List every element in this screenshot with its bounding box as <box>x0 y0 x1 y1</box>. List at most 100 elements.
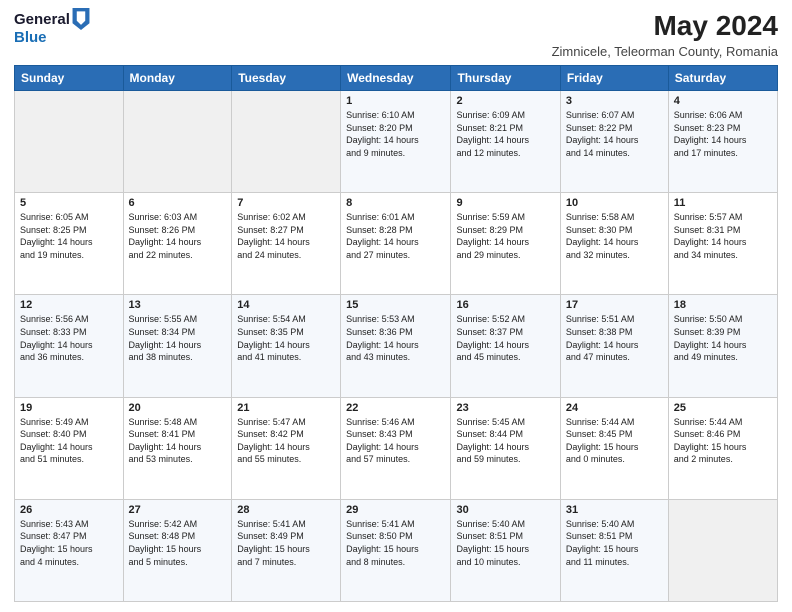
day-info: Sunrise: 5:44 AM Sunset: 8:46 PM Dayligh… <box>674 416 772 466</box>
day-info: Sunrise: 5:46 AM Sunset: 8:43 PM Dayligh… <box>346 416 445 466</box>
calendar-week-row: 26 Sunrise: 5:43 AM Sunset: 8:47 PM Dayli… <box>15 499 778 601</box>
day-number: 28 <box>237 504 335 516</box>
day-number: 22 <box>346 402 445 414</box>
table-cell <box>232 91 341 193</box>
calendar-week-row: 5 Sunrise: 6:05 AM Sunset: 8:25 PM Daylig… <box>15 193 778 295</box>
day-info: Sunrise: 5:47 AM Sunset: 8:42 PM Dayligh… <box>237 416 335 466</box>
table-cell: 24 Sunrise: 5:44 AM Sunset: 8:45 PM Dayli… <box>560 397 668 499</box>
day-number: 26 <box>20 504 118 516</box>
day-info: Sunrise: 6:09 AM Sunset: 8:21 PM Dayligh… <box>456 109 554 159</box>
logo-blue: Blue <box>14 30 90 47</box>
table-cell <box>15 91 124 193</box>
day-info: Sunrise: 5:49 AM Sunset: 8:40 PM Dayligh… <box>20 416 118 466</box>
table-cell: 4 Sunrise: 6:06 AM Sunset: 8:23 PM Daylig… <box>668 91 777 193</box>
day-info: Sunrise: 5:56 AM Sunset: 8:33 PM Dayligh… <box>20 313 118 363</box>
table-cell: 15 Sunrise: 5:53 AM Sunset: 8:36 PM Dayli… <box>341 295 451 397</box>
table-cell: 27Sunrise: 5:42 AM Sunset: 8:48 PM Dayli… <box>123 499 232 601</box>
table-cell: 18 Sunrise: 5:50 AM Sunset: 8:39 PM Dayli… <box>668 295 777 397</box>
day-number: 23 <box>456 402 554 414</box>
day-number: 29 <box>346 504 445 516</box>
subtitle: Zimnicele, Teleorman County, Romania <box>552 44 778 59</box>
month-title: May 2024 <box>552 10 778 42</box>
logo-text: General Blue <box>14 10 90 47</box>
day-number: 30 <box>456 504 554 516</box>
day-number: 21 <box>237 402 335 414</box>
table-cell: 21 Sunrise: 5:47 AM Sunset: 8:42 PM Dayli… <box>232 397 341 499</box>
day-info: Sunrise: 5:40 AM Sunset: 8:51 PM Dayligh… <box>456 518 554 568</box>
day-info: Sunrise: 5:52 AM Sunset: 8:37 PM Dayligh… <box>456 313 554 363</box>
table-cell: 13Sunrise: 5:55 AM Sunset: 8:34 PM Dayli… <box>123 295 232 397</box>
table-cell: 28Sunrise: 5:41 AM Sunset: 8:49 PM Dayli… <box>232 499 341 601</box>
table-cell: 11Sunrise: 5:57 AM Sunset: 8:31 PM Dayli… <box>668 193 777 295</box>
day-info: Sunrise: 5:53 AM Sunset: 8:36 PM Dayligh… <box>346 313 445 363</box>
calendar-week-row: 1 Sunrise: 6:10 AM Sunset: 8:20 PM Daylig… <box>15 91 778 193</box>
table-cell: 30 Sunrise: 5:40 AM Sunset: 8:51 PM Dayli… <box>451 499 560 601</box>
day-number: 2 <box>456 95 554 107</box>
day-info: Sunrise: 5:45 AM Sunset: 8:44 PM Dayligh… <box>456 416 554 466</box>
day-number: 18 <box>674 299 772 311</box>
table-cell: 29 Sunrise: 5:41 AM Sunset: 8:50 PM Dayli… <box>341 499 451 601</box>
day-number: 31 <box>566 504 663 516</box>
table-cell: 3Sunrise: 6:07 AM Sunset: 8:22 PM Daylig… <box>560 91 668 193</box>
header-tuesday: Tuesday <box>232 66 341 91</box>
day-info: Sunrise: 5:40 AM Sunset: 8:51 PM Dayligh… <box>566 518 663 568</box>
day-info: Sunrise: 5:41 AM Sunset: 8:50 PM Dayligh… <box>346 518 445 568</box>
day-number: 14 <box>237 299 335 311</box>
day-info: Sunrise: 6:05 AM Sunset: 8:25 PM Dayligh… <box>20 211 118 261</box>
day-info: Sunrise: 5:43 AM Sunset: 8:47 PM Dayligh… <box>20 518 118 568</box>
table-cell: 7Sunrise: 6:02 AM Sunset: 8:27 PM Daylig… <box>232 193 341 295</box>
table-cell: 16 Sunrise: 5:52 AM Sunset: 8:37 PM Dayli… <box>451 295 560 397</box>
day-number: 16 <box>456 299 554 311</box>
table-cell: 25 Sunrise: 5:44 AM Sunset: 8:46 PM Dayli… <box>668 397 777 499</box>
header: General Blue May 2024 Zimnicele, Teleorm… <box>14 10 778 59</box>
day-info: Sunrise: 6:02 AM Sunset: 8:27 PM Dayligh… <box>237 211 335 261</box>
day-number: 12 <box>20 299 118 311</box>
logo-icon <box>72 8 90 30</box>
table-cell: 26 Sunrise: 5:43 AM Sunset: 8:47 PM Dayli… <box>15 499 124 601</box>
day-info: Sunrise: 6:01 AM Sunset: 8:28 PM Dayligh… <box>346 211 445 261</box>
header-thursday: Thursday <box>451 66 560 91</box>
day-info: Sunrise: 5:55 AM Sunset: 8:34 PM Dayligh… <box>129 313 227 363</box>
day-info: Sunrise: 5:57 AM Sunset: 8:31 PM Dayligh… <box>674 211 772 261</box>
day-info: Sunrise: 5:48 AM Sunset: 8:41 PM Dayligh… <box>129 416 227 466</box>
day-info: Sunrise: 6:06 AM Sunset: 8:23 PM Dayligh… <box>674 109 772 159</box>
header-wednesday: Wednesday <box>341 66 451 91</box>
day-info: Sunrise: 5:58 AM Sunset: 8:30 PM Dayligh… <box>566 211 663 261</box>
day-number: 24 <box>566 402 663 414</box>
table-cell <box>123 91 232 193</box>
day-number: 4 <box>674 95 772 107</box>
table-cell: 12 Sunrise: 5:56 AM Sunset: 8:33 PM Dayli… <box>15 295 124 397</box>
header-friday: Friday <box>560 66 668 91</box>
page: General Blue May 2024 Zimnicele, Teleorm… <box>0 0 792 612</box>
table-cell: 22 Sunrise: 5:46 AM Sunset: 8:43 PM Dayli… <box>341 397 451 499</box>
day-info: Sunrise: 5:54 AM Sunset: 8:35 PM Dayligh… <box>237 313 335 363</box>
day-number: 3 <box>566 95 663 107</box>
table-cell: 31 Sunrise: 5:40 AM Sunset: 8:51 PM Dayli… <box>560 499 668 601</box>
day-info: Sunrise: 6:10 AM Sunset: 8:20 PM Dayligh… <box>346 109 445 159</box>
day-info: Sunrise: 5:50 AM Sunset: 8:39 PM Dayligh… <box>674 313 772 363</box>
day-number: 6 <box>129 197 227 209</box>
day-number: 19 <box>20 402 118 414</box>
table-cell: 17 Sunrise: 5:51 AM Sunset: 8:38 PM Dayli… <box>560 295 668 397</box>
table-cell: 9Sunrise: 5:59 AM Sunset: 8:29 PM Daylig… <box>451 193 560 295</box>
table-cell <box>668 499 777 601</box>
day-info: Sunrise: 6:03 AM Sunset: 8:26 PM Dayligh… <box>129 211 227 261</box>
day-number: 5 <box>20 197 118 209</box>
calendar-table: Sunday Monday Tuesday Wednesday Thursday… <box>14 65 778 602</box>
title-block: May 2024 Zimnicele, Teleorman County, Ro… <box>552 10 778 59</box>
day-number: 9 <box>456 197 554 209</box>
day-info: Sunrise: 5:42 AM Sunset: 8:48 PM Dayligh… <box>129 518 227 568</box>
table-cell: 8Sunrise: 6:01 AM Sunset: 8:28 PM Daylig… <box>341 193 451 295</box>
day-number: 25 <box>674 402 772 414</box>
day-number: 1 <box>346 95 445 107</box>
day-number: 15 <box>346 299 445 311</box>
header-sunday: Sunday <box>15 66 124 91</box>
day-info: Sunrise: 5:51 AM Sunset: 8:38 PM Dayligh… <box>566 313 663 363</box>
table-cell: 10 Sunrise: 5:58 AM Sunset: 8:30 PM Dayli… <box>560 193 668 295</box>
day-info: Sunrise: 5:44 AM Sunset: 8:45 PM Dayligh… <box>566 416 663 466</box>
header-saturday: Saturday <box>668 66 777 91</box>
logo-general: General <box>14 12 70 29</box>
day-number: 10 <box>566 197 663 209</box>
day-number: 17 <box>566 299 663 311</box>
table-cell: 20Sunrise: 5:48 AM Sunset: 8:41 PM Dayli… <box>123 397 232 499</box>
